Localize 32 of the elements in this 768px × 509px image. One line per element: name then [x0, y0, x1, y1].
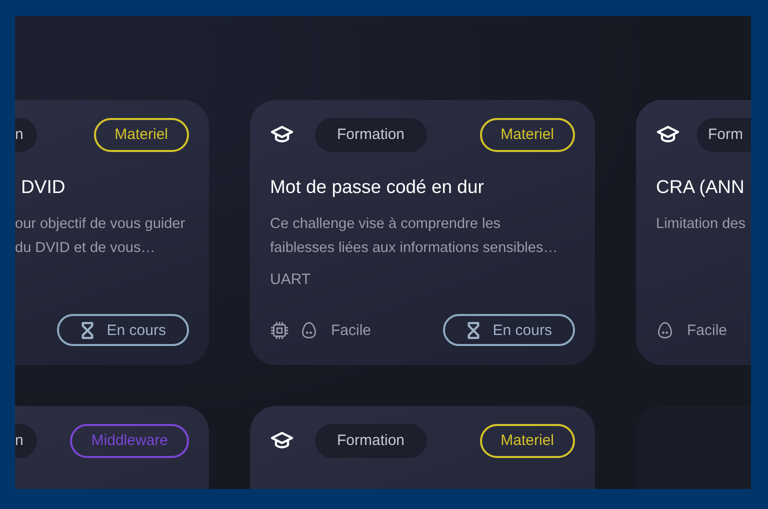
card-title: Mot de passe codé en dur [270, 176, 485, 198]
category-pill: Formation [315, 424, 427, 458]
difficulty-label: Facile [331, 322, 372, 338]
card-title: CRA (ANN [656, 176, 746, 198]
challenge-card[interactable]: n Materiel DVID our objectif de vous guider du DVID et de vous… En cours [15, 100, 209, 365]
card-description: our objectif de vous guider [15, 215, 186, 234]
challenge-card[interactable]: n Middleware [15, 406, 209, 489]
card-description: Ce challenge vise à comprendre les [270, 215, 502, 234]
category-tag: Materiel [480, 118, 575, 152]
egg-face-icon [300, 320, 318, 340]
challenge-card[interactable]: Formation Materiel Mot de passe codé en dur Ce challenge vise à comprendre les faiblesses liées aux informations sensibles… UART Facile En cours [250, 100, 595, 365]
hourglass-icon [80, 320, 94, 340]
challenge-card[interactable]: Form CRA (ANN Limitation des Facile [636, 100, 751, 365]
chip-icon [270, 320, 289, 340]
protocol-label: UART [270, 271, 312, 288]
category-pill: n [15, 424, 38, 458]
category-pill: Form [697, 118, 751, 152]
category-pill: n [15, 118, 38, 152]
category-tag: Middleware [70, 424, 189, 458]
card-title: DVID [20, 176, 66, 198]
card-description: du DVID et de vous… [15, 239, 156, 258]
category-pill: Formation [315, 118, 427, 152]
card-description: faiblesses liées aux informations sensibles… [270, 239, 559, 258]
hourglass-icon [466, 320, 480, 340]
card-description: Limitation des [656, 215, 746, 234]
category-tag: Materiel [94, 118, 189, 152]
status-button[interactable]: En cours [56, 314, 189, 346]
difficulty-label: Facile [687, 322, 728, 338]
egg-face-icon [656, 320, 674, 340]
challenge-card[interactable]: Formation Materiel [250, 406, 595, 489]
status-button[interactable]: En cours [442, 314, 575, 346]
category-tag: Materiel [480, 424, 575, 458]
